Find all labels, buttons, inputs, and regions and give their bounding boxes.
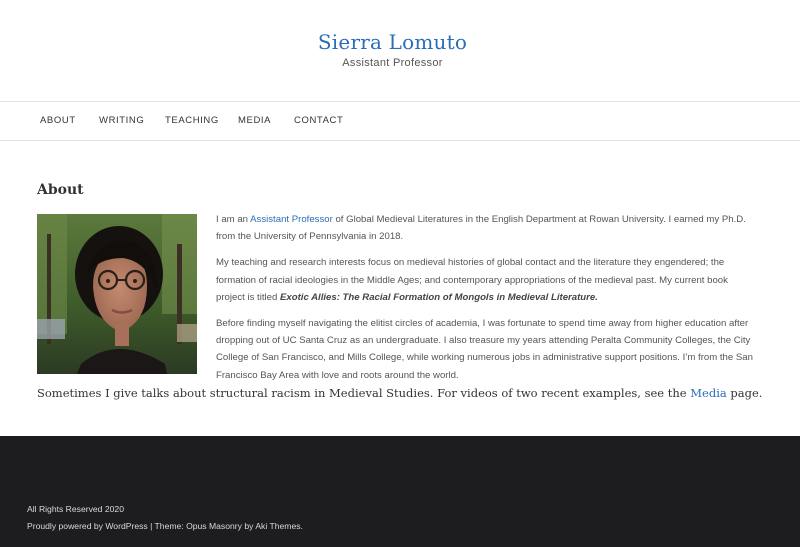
nav-item-writing[interactable]: WRITING bbox=[99, 115, 144, 126]
background-paragraph: Before finding myself navigating the eli… bbox=[216, 318, 753, 381]
nav-item-about[interactable]: ABOUT bbox=[40, 115, 76, 126]
footer-separator: | bbox=[147, 521, 155, 531]
intro-paragraph: I am an Assistant Professor of Global Me… bbox=[216, 211, 756, 245]
book-title: Exotic Allies: The Racial Formation of M… bbox=[280, 291, 598, 303]
media-link[interactable]: Media bbox=[690, 386, 726, 400]
page-title: About bbox=[37, 182, 84, 198]
talks-text-end: page. bbox=[726, 386, 763, 400]
portrait-photo bbox=[37, 214, 197, 374]
assistant-professor-link[interactable]: Assistant Professor bbox=[250, 214, 333, 225]
wordpress-link[interactable]: Proudly powered by WordPress bbox=[27, 521, 148, 531]
site-tagline: Assistant Professor bbox=[342, 57, 443, 69]
main-nav: ABOUT WRITING TEACHING MEDIA CONTACT bbox=[0, 101, 800, 141]
footer-rights: All Rights Reserved 2020 bbox=[27, 504, 124, 514]
talks-paragraph: Sometimes I give talks about structural … bbox=[37, 386, 777, 400]
about-content: I am an Assistant Professor of Global Me… bbox=[216, 211, 756, 393]
site-header: Sierra Lomuto Assistant Professor bbox=[0, 0, 800, 101]
site-footer: All Rights Reserved 2020 Proudly powered… bbox=[0, 436, 800, 547]
portrait-icon bbox=[37, 214, 197, 374]
site-title[interactable]: Sierra Lomuto bbox=[0, 30, 785, 54]
research-paragraph: My teaching and research interests focus… bbox=[216, 254, 756, 306]
nav-item-contact[interactable]: CONTACT bbox=[294, 115, 343, 126]
footer-credits: Proudly powered by WordPress | Theme: Op… bbox=[27, 521, 303, 531]
intro-text-start: I am an bbox=[216, 214, 251, 225]
talks-text-start: Sometimes I give talks about structural … bbox=[37, 386, 691, 400]
nav-item-teaching[interactable]: TEACHING bbox=[165, 115, 219, 126]
nav-item-media[interactable]: MEDIA bbox=[238, 115, 271, 126]
footer-theme-text: Theme: Opus Masonry by Aki Themes. bbox=[154, 521, 303, 531]
